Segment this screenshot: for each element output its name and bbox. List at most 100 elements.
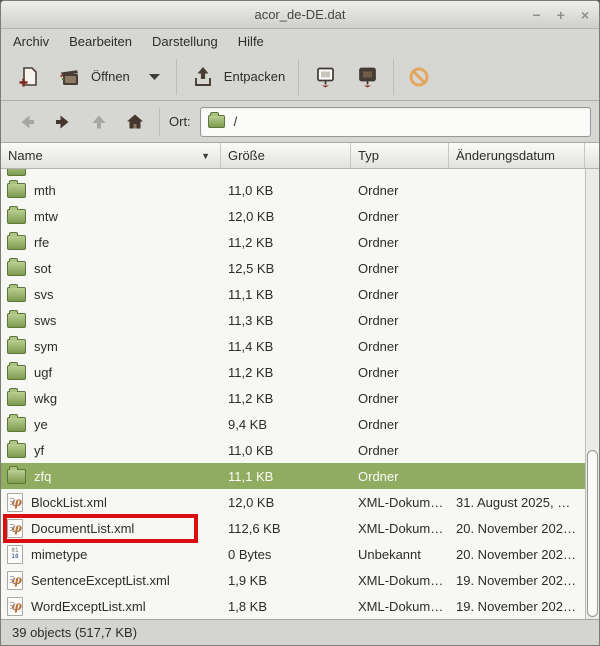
arrow-up-icon — [88, 111, 110, 133]
table-row[interactable]: sws 11,3 KB Ordner — [1, 307, 585, 333]
file-size: 9,4 KB — [221, 417, 351, 432]
extract-button[interactable]: Entpacken — [182, 58, 293, 96]
up-button[interactable] — [81, 107, 117, 137]
menu-darstellung[interactable]: Darstellung — [142, 30, 228, 53]
close-button[interactable]: × — [581, 8, 589, 22]
file-size: 12,0 KB — [221, 495, 351, 510]
open-button[interactable]: Öffnen — [49, 58, 138, 96]
file-size: 0 Bytes — [221, 547, 351, 562]
open-dropdown-button[interactable] — [138, 67, 171, 87]
location-label: Ort: — [169, 114, 191, 129]
column-header-date[interactable]: Änderungsdatum — [449, 143, 585, 168]
file-name: yf — [34, 443, 44, 458]
file-name: ugf — [34, 365, 52, 380]
scrollbar-thumb[interactable] — [587, 450, 598, 617]
table-row[interactable]: sot 12,5 KB Ordner — [1, 255, 585, 281]
xml-file-icon: φ — [7, 519, 23, 538]
toolbar-separator — [298, 59, 299, 95]
file-date: 31. August 2025, … — [449, 495, 585, 510]
folder-icon — [7, 261, 26, 276]
file-type: Ordner — [351, 313, 449, 328]
file-size: 11,2 KB — [221, 365, 351, 380]
file-type: Ordner — [351, 469, 449, 484]
table-row[interactable]: φ BlockList.xml 12,0 KB XML-Dokum… 31. A… — [1, 489, 585, 515]
open-button-label: Öffnen — [91, 69, 130, 84]
maximize-button[interactable]: + — [557, 8, 565, 22]
column-header-name[interactable]: Name ▼ — [1, 143, 221, 168]
table-row[interactable]: sym 11,4 KB Ordner — [1, 333, 585, 359]
view-all-files-button[interactable] — [304, 58, 346, 96]
menu-bearbeiten[interactable]: Bearbeiten — [59, 30, 142, 53]
menubar: Archiv Bearbeiten Darstellung Hilfe — [1, 29, 599, 53]
file-type: Ordner — [351, 443, 449, 458]
table-row[interactable]: svs 11,1 KB Ordner — [1, 281, 585, 307]
back-button[interactable] — [9, 107, 45, 137]
file-size: 11,2 KB — [221, 391, 351, 406]
table-row[interactable]: φ DocumentList.xml 112,6 KB XML-Dokum… 2… — [1, 515, 585, 541]
table-row[interactable]: φ WordExceptList.xml 1,8 KB XML-Dokum… 1… — [1, 593, 585, 619]
file-date: 20. November 202… — [449, 547, 585, 562]
folder-icon — [7, 287, 26, 302]
file-name: sws — [34, 313, 56, 328]
binary-file-icon: 0110 — [7, 545, 23, 564]
minimize-button[interactable]: − — [532, 8, 540, 22]
file-date: 19. November 202… — [449, 573, 585, 588]
file-name: wkg — [34, 391, 57, 406]
toolbar: Öffnen Entpacken — [1, 53, 599, 101]
file-size: 112,6 KB — [221, 521, 351, 536]
file-name: mth — [34, 183, 56, 198]
window-controls: − + × — [532, 1, 589, 28]
header-spacer — [585, 143, 599, 168]
file-name: sym — [34, 339, 58, 354]
chevron-down-icon — [148, 73, 161, 81]
arrow-left-icon — [16, 111, 38, 133]
location-input[interactable]: / — [200, 107, 591, 137]
table-row[interactable]: 0110 mimetype 0 Bytes Unbekannt 20. Nove… — [1, 541, 585, 567]
menu-hilfe[interactable]: Hilfe — [228, 30, 274, 53]
file-name: svs — [34, 287, 54, 302]
sort-descending-icon: ▼ — [201, 151, 213, 161]
xml-file-icon: φ — [7, 493, 23, 512]
file-name: rfe — [34, 235, 49, 250]
table-row[interactable]: zfq 11,1 KB Ordner — [1, 463, 585, 489]
file-size: 11,0 KB — [221, 443, 351, 458]
toolbar-separator — [176, 59, 177, 95]
column-header-size[interactable]: Größe — [221, 143, 351, 168]
table-row[interactable]: yf 11,0 KB Ordner — [1, 437, 585, 463]
table-row[interactable] — [1, 169, 585, 177]
table-row[interactable]: ugf 11,2 KB Ordner — [1, 359, 585, 385]
toolbar-separator — [393, 59, 394, 95]
file-type: Ordner — [351, 391, 449, 406]
folder-icon — [7, 235, 26, 250]
table-row[interactable]: mth 11,0 KB Ordner — [1, 177, 585, 203]
file-type: XML-Dokum… — [351, 573, 449, 588]
extract-icon — [190, 64, 216, 90]
statusbar: 39 objects (517,7 KB) — [1, 619, 599, 645]
folder-icon — [7, 169, 26, 176]
forward-button[interactable] — [45, 107, 81, 137]
file-list: mth 11,0 KB Ordner mtw 12,0 KB Ordner rf… — [1, 169, 585, 619]
folder-icon — [208, 115, 225, 128]
table-row[interactable]: rfe 11,2 KB Ordner — [1, 229, 585, 255]
open-archive-icon — [57, 64, 83, 90]
table-row[interactable]: mtw 12,0 KB Ordner — [1, 203, 585, 229]
stop-button[interactable] — [399, 59, 439, 95]
home-button[interactable] — [117, 107, 153, 137]
folder-icon — [7, 313, 26, 328]
xml-file-icon: φ — [7, 597, 23, 616]
arrow-right-icon — [52, 111, 74, 133]
file-name: mimetype — [31, 547, 87, 562]
column-header-type[interactable]: Typ — [351, 143, 449, 168]
table-row[interactable]: wkg 11,2 KB Ordner — [1, 385, 585, 411]
view-as-folder-button[interactable] — [346, 58, 388, 96]
file-date: 20. November 202… — [449, 521, 585, 536]
file-name: WordExceptList.xml — [31, 599, 146, 614]
table-row[interactable]: ye 9,4 KB Ordner — [1, 411, 585, 437]
add-files-button[interactable] — [7, 58, 49, 96]
file-type: Ordner — [351, 235, 449, 250]
file-size: 11,1 KB — [221, 287, 351, 302]
table-row[interactable]: φ SentenceExceptList.xml 1,9 KB XML-Doku… — [1, 567, 585, 593]
vertical-scrollbar[interactable] — [585, 169, 599, 619]
folder-icon — [7, 391, 26, 406]
menu-archiv[interactable]: Archiv — [3, 30, 59, 53]
